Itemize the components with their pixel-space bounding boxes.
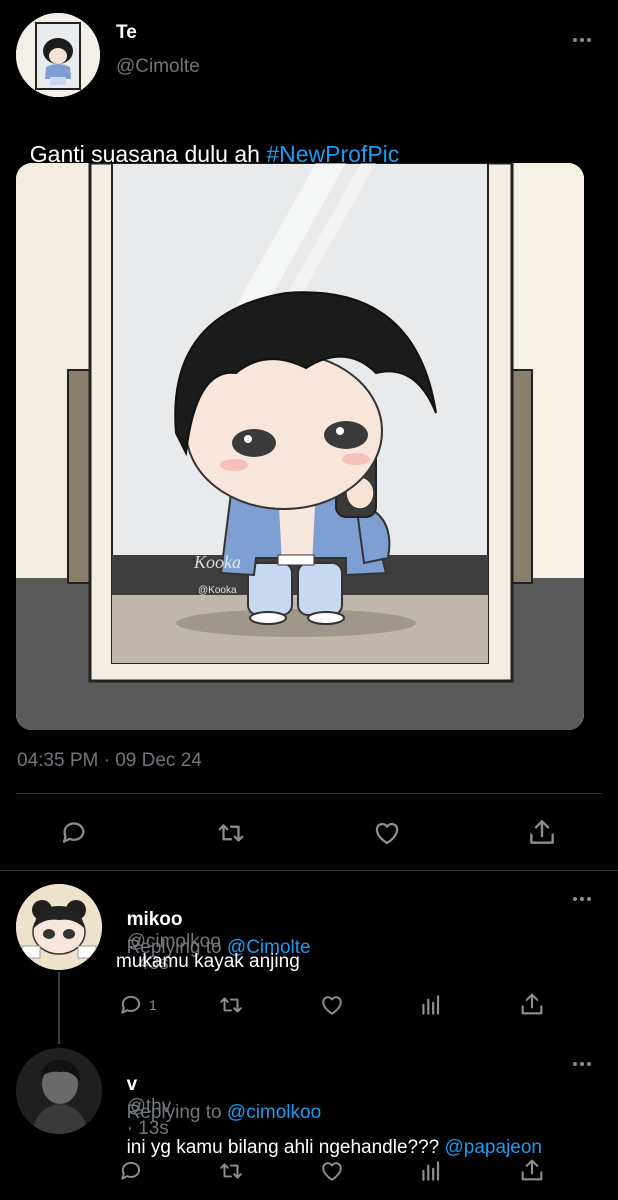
divider (16, 793, 602, 794)
tweet-text: Ganti suasana dulu ah #NewProfPic (17, 114, 400, 168)
author-handle[interactable]: @Cimolte (116, 56, 200, 78)
tweet-timestamp[interactable]: 04:35 PM · 09 Dec 24 (17, 750, 202, 772)
svg-text:@Kooka: @Kooka (198, 585, 237, 596)
share-icon (521, 993, 543, 1015)
retweet-icon (220, 1163, 242, 1179)
reply-icon (121, 1161, 141, 1180)
like-icon (322, 1162, 342, 1181)
tweet-image-art: Kooka @Kooka (16, 163, 584, 730)
retweet-icon (220, 997, 242, 1013)
retweet-icon (218, 824, 244, 842)
like-icon (322, 996, 342, 1015)
analytics-icon (422, 1161, 440, 1181)
reply-avatar[interactable] (16, 884, 102, 970)
more-icon[interactable] (573, 38, 591, 42)
author-display-name[interactable]: Te (116, 22, 137, 44)
reply-button[interactable] (58, 818, 90, 848)
reply-avatar-art (16, 884, 102, 970)
like-icon (375, 822, 399, 845)
share-button[interactable] (518, 990, 546, 1018)
retweet-button[interactable] (215, 992, 247, 1018)
retweet-button[interactable] (213, 818, 249, 848)
reply-icon (121, 995, 141, 1014)
share-button[interactable] (518, 1156, 546, 1184)
like-button[interactable] (317, 992, 347, 1018)
reply-count: 1 (149, 997, 157, 1013)
share-button[interactable] (526, 816, 558, 848)
reply-text-body: ini yg kamu bilang ahli ngehandle??? (126, 1137, 445, 1158)
tweet-image[interactable]: Kooka @Kooka (16, 163, 584, 730)
reply-text: ini yg kamu bilang ahli ngehandle??? @pa… (116, 1115, 542, 1159)
mention-link[interactable]: @papajeon (445, 1137, 542, 1158)
svg-text:Kooka: Kooka (193, 552, 241, 572)
author-avatar-art (16, 13, 100, 97)
reply-text: mukamu kayak anjing (116, 951, 300, 972)
divider (0, 870, 618, 871)
analytics-icon (422, 995, 440, 1015)
more-icon[interactable] (573, 1062, 591, 1066)
share-icon (530, 820, 554, 844)
reply-icon (62, 822, 85, 843)
retweet-button[interactable] (215, 1158, 247, 1184)
thread-line (58, 972, 60, 1044)
share-icon (521, 1159, 543, 1181)
more-icon[interactable] (573, 897, 591, 901)
reply-avatar[interactable] (16, 1048, 102, 1134)
reply-button[interactable] (117, 1158, 145, 1184)
reply-button[interactable]: 1 (117, 992, 157, 1018)
like-button[interactable] (370, 818, 404, 848)
reply-avatar-art (16, 1048, 102, 1134)
analytics-button[interactable] (418, 1158, 444, 1184)
like-button[interactable] (317, 1158, 347, 1184)
author-avatar[interactable] (16, 13, 100, 97)
analytics-button[interactable] (418, 992, 444, 1018)
